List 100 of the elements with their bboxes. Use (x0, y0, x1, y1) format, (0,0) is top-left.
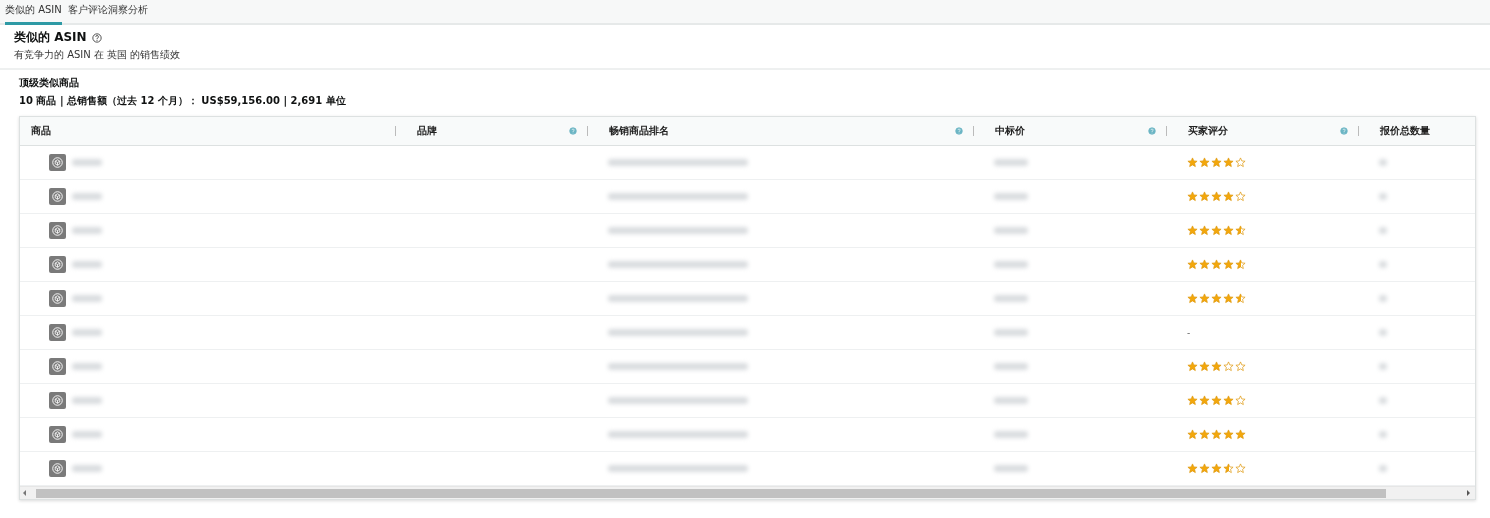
star-icon (1187, 157, 1198, 168)
star-icon (1211, 259, 1222, 270)
star-icon (1211, 191, 1222, 202)
product-image-placeholder (49, 256, 66, 273)
product-image-placeholder (49, 460, 66, 477)
star-icon (1223, 259, 1234, 270)
star-icon (1199, 429, 1210, 440)
product-image-placeholder (49, 324, 66, 341)
blurred-value (72, 431, 102, 438)
star-icon (1235, 429, 1246, 440)
star-icon (1199, 191, 1210, 202)
column-header[interactable]: 买家评分 (1188, 124, 1228, 138)
blurred-value (994, 193, 1028, 200)
column-header[interactable]: 中标价 (995, 124, 1025, 138)
column-header[interactable]: 品牌 (417, 124, 437, 138)
star-icon (1199, 225, 1210, 236)
star-icon (1199, 157, 1210, 168)
help-icon[interactable] (91, 32, 102, 43)
star-icon (1223, 157, 1234, 168)
star-icon (1235, 361, 1246, 372)
blurred-value (994, 329, 1028, 336)
star-icon (1211, 225, 1222, 236)
star-icon (1187, 293, 1198, 304)
product-image-placeholder (49, 188, 66, 205)
sales-summary: 10 商品 | 总销售额（过去 12 个月）： US$59,156.00 | 2,691 单位 (19, 94, 347, 108)
star-icon (1187, 259, 1198, 270)
star-icon (1211, 361, 1222, 372)
star-icon (1199, 293, 1210, 304)
tab[interactable]: 客户评论洞察分析 (67, 3, 148, 25)
blurred-value (72, 363, 102, 370)
column-header[interactable]: 商品 (31, 124, 51, 138)
help-icon[interactable] (569, 127, 577, 135)
help-icon[interactable] (955, 127, 963, 135)
tab[interactable]: 类似的 ASIN (5, 3, 62, 25)
blurred-value (72, 159, 102, 166)
blurred-value (994, 261, 1028, 268)
star-icon (1235, 395, 1246, 406)
blurred-value (1379, 159, 1387, 166)
star-icon (1223, 225, 1234, 236)
help-icon[interactable] (1340, 127, 1348, 135)
blurred-value (72, 329, 102, 336)
blurred-value (994, 295, 1028, 302)
blurred-value (994, 465, 1028, 472)
star-icon (1235, 259, 1246, 270)
blurred-value (994, 227, 1028, 234)
blurred-value (994, 159, 1028, 166)
star-icon (1235, 463, 1246, 474)
star-icon (1223, 361, 1234, 372)
star-icon (1235, 225, 1246, 236)
star-icon (1211, 157, 1222, 168)
column-header[interactable]: 畅销商品排名 (609, 124, 669, 138)
blurred-value (994, 431, 1028, 438)
page-title: 类似的 ASIN (14, 29, 87, 46)
star-icon (1187, 225, 1198, 236)
blurred-value (72, 397, 102, 404)
product-image-placeholder (49, 222, 66, 239)
star-icon (1235, 191, 1246, 202)
product-image-placeholder (49, 290, 66, 307)
star-icon (1187, 191, 1198, 202)
page-subtitle: 有竞争力的 ASIN 在 英国 的销售绩效 (14, 48, 182, 62)
blurred-value (1379, 193, 1387, 200)
blurred-value (72, 193, 102, 200)
star-icon (1187, 395, 1198, 406)
product-image-placeholder (49, 392, 66, 409)
blurred-value (1379, 465, 1387, 472)
star-icon (1211, 429, 1222, 440)
blurred-value (994, 363, 1028, 370)
star-icon (1223, 293, 1234, 304)
star-icon (1211, 395, 1222, 406)
star-icon (1187, 429, 1198, 440)
blurred-value (1379, 227, 1387, 234)
product-image-placeholder (49, 426, 66, 443)
star-icon (1199, 259, 1210, 270)
blurred-value (1379, 363, 1387, 370)
product-image-placeholder (49, 154, 66, 171)
star-icon (1235, 293, 1246, 304)
blurred-value (1379, 261, 1387, 268)
section-title: 顶级类似商品 (19, 76, 80, 90)
star-icon (1199, 463, 1210, 474)
blurred-value (994, 397, 1028, 404)
star-icon (1223, 463, 1234, 474)
star-icon (1223, 191, 1234, 202)
blurred-value (72, 295, 102, 302)
horizontal-scrollbar[interactable] (20, 486, 1475, 499)
rating-text: - (1187, 327, 1191, 338)
star-icon (1187, 361, 1198, 372)
star-icon (1199, 361, 1210, 372)
column-header[interactable]: 报价总数量 (1380, 124, 1430, 138)
help-icon[interactable] (1148, 127, 1156, 135)
blurred-value (1379, 329, 1387, 336)
blurred-value (72, 261, 102, 268)
star-icon (1211, 293, 1222, 304)
star-icon (1187, 463, 1198, 474)
product-image-placeholder (49, 358, 66, 375)
blurred-value (1379, 431, 1387, 438)
star-icon (1211, 463, 1222, 474)
blurred-value (72, 227, 102, 234)
blurred-value (1379, 397, 1387, 404)
star-icon (1199, 395, 1210, 406)
blurred-value (72, 465, 102, 472)
